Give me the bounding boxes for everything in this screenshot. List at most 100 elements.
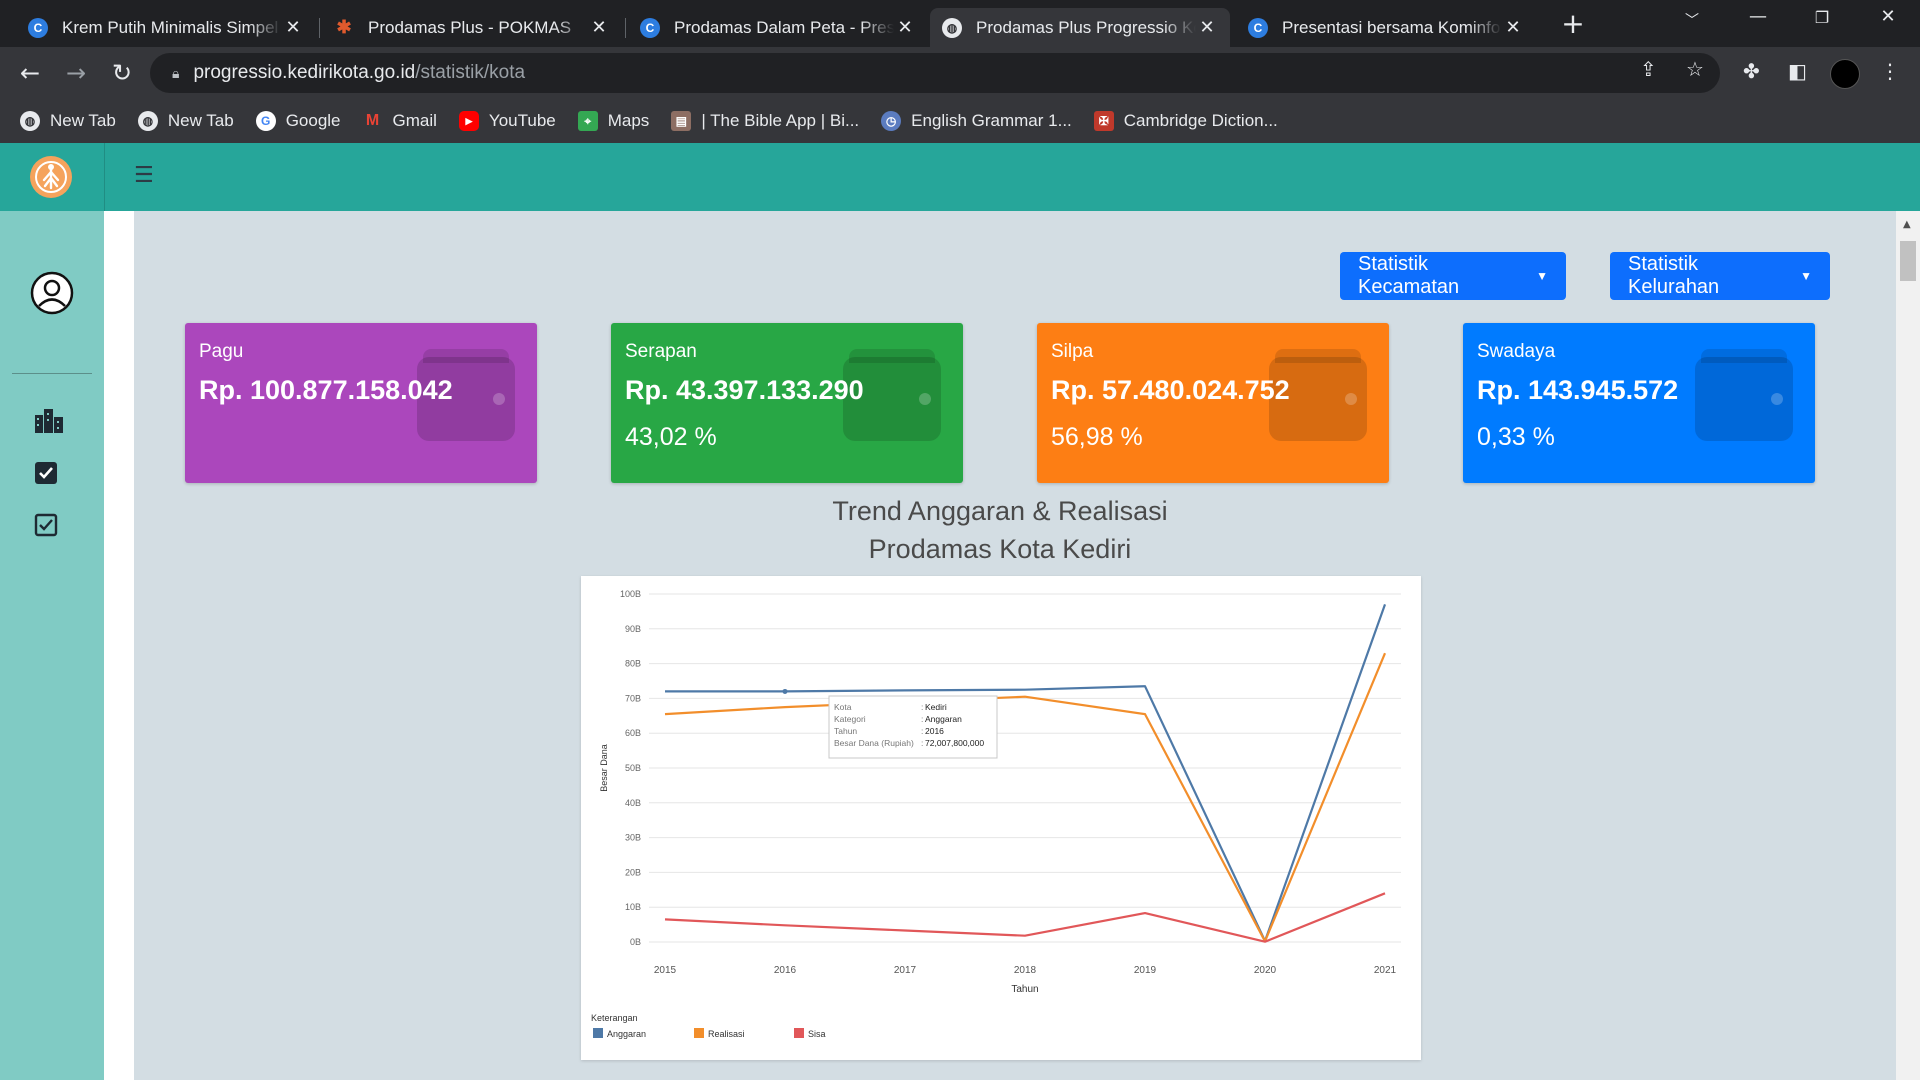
y-tick-label: 60B (625, 728, 641, 738)
statistik-kelurahan-dropdown[interactable]: Statistik Kelurahan ▼ (1610, 252, 1830, 300)
close-icon[interactable]: ✕ (894, 17, 916, 38)
google-icon: G (255, 111, 276, 131)
back-icon[interactable]: ← (16, 59, 44, 87)
series-line-realisasi (664, 652, 1387, 943)
bookmark-item[interactable]: ◍ New Tab (20, 111, 116, 131)
card-amount: Rp. 43.397.133.290 (625, 375, 864, 405)
wallet-icon (1695, 349, 1793, 441)
url-host: progressio.kedirikota.go.id (193, 62, 416, 83)
globe-icon: ◍ (20, 111, 40, 131)
legend-title: Keterangan (591, 1013, 638, 1023)
scroll-up-icon[interactable]: ▲ (1903, 219, 1911, 230)
caret-down-icon: ▼ (1536, 269, 1548, 283)
tooltip-key: Tahun (834, 726, 857, 736)
bookmark-label: Cambridge Diction... (1123, 111, 1278, 130)
close-icon[interactable]: ✕ (1502, 17, 1524, 38)
window-close-icon[interactable]: ✕ (1868, 6, 1908, 27)
statistik-kecamatan-dropdown[interactable]: Statistik Kecamatan ▼ (1340, 252, 1566, 300)
bookmark-item[interactable]: ◍ New Tab (137, 111, 234, 131)
tab-search-icon[interactable]: ﹀ (1672, 10, 1712, 30)
bookmark-item[interactable]: G Google (255, 111, 341, 131)
y-tick-label: 30B (625, 833, 641, 843)
minimize-icon[interactable]: — (1738, 6, 1778, 27)
bookmark-label: | The Bible App | Bi... (701, 111, 860, 130)
tooltip-colon: : (921, 738, 923, 748)
close-icon[interactable]: ✕ (282, 17, 304, 38)
scroll-thumb[interactable] (1900, 241, 1916, 281)
browser-tab[interactable]: ✱ Prodamas Plus - POKMAS ✕ (322, 8, 622, 47)
y-tick-label: 70B (625, 693, 641, 703)
user-circle-graphic (30, 271, 74, 315)
x-tick-label: 2015 (654, 965, 677, 976)
caret-down-icon: ▼ (1800, 269, 1812, 283)
sidebar-divider (12, 373, 92, 374)
share-icon[interactable]: ⇪ (1640, 57, 1657, 81)
profile-avatar[interactable] (1830, 59, 1860, 89)
bookmark-item[interactable]: ◷ English Grammar 1... (881, 111, 1072, 131)
browser-tab[interactable]: C Presentasi bersama Kominfo ✕ (1236, 8, 1536, 47)
card-label: Silpa (1051, 341, 1094, 362)
menu-dots-icon[interactable]: ⋮ (1880, 59, 1900, 83)
star-icon[interactable]: ☆ (1686, 57, 1704, 81)
reload-icon[interactable]: ↻ (108, 59, 136, 87)
buildings-graphic (35, 409, 63, 433)
trend-chart-container[interactable]: 0B 10B 20B 30B 40B 50B 60B 70B 80B 90B 100B 2015 201… (581, 576, 1421, 1060)
browser-tab-active[interactable]: ◍ Prodamas Plus Progressio Ko ✕ (930, 8, 1230, 47)
checkbox-outline-icon[interactable] (34, 513, 58, 541)
dropdown-label: Statistik Kecamatan (1358, 253, 1460, 298)
maps-icon: ⌖ (577, 111, 598, 131)
x-tick-label: 2019 (1134, 965, 1157, 976)
legend-label: Realisasi (708, 1029, 745, 1039)
side-panel-icon[interactable]: ◧ (1788, 59, 1807, 83)
canva-icon: C (640, 17, 660, 38)
checkbox-checked-icon[interactable] (34, 461, 58, 489)
tab-title: Prodamas Dalam Peta - Prese (674, 17, 894, 37)
browser-tab[interactable]: C Prodamas Dalam Peta - Prese ✕ (628, 8, 928, 47)
bookmark-item[interactable]: ⌖ Maps (577, 111, 649, 131)
new-tab-icon[interactable]: + (1558, 10, 1588, 40)
card-pagu: Pagu Rp. 100.877.158.042 (185, 323, 537, 483)
browser-toolbar: ← → ↻ 🔒︎ progressio.kedirikota.go.id/sta… (0, 47, 1920, 99)
forward-icon[interactable]: → (62, 59, 90, 87)
y-tick-label: 10B (625, 902, 641, 912)
canva-icon: C (1248, 17, 1268, 38)
dropdown-label: Statistik Kelurahan (1628, 253, 1720, 298)
checkbox-outline-graphic (34, 513, 58, 537)
globe-icon: ◍ (137, 111, 158, 131)
bookmark-label: Gmail (392, 111, 437, 130)
chart-title: Trend Anggaran & Realisasi (832, 496, 1168, 526)
bookmark-item[interactable]: ▤ | The Bible App | Bi... (671, 111, 859, 131)
trend-line-chart[interactable]: 0B 10B 20B 30B 40B 50B 60B 70B 80B 90B 100B 2015 201… (581, 576, 1421, 1060)
card-amount: Rp. 57.480.024.752 (1051, 375, 1290, 405)
y-tick-label: 0B (630, 937, 641, 947)
x-axis-label: Tahun (1011, 984, 1038, 995)
card-label: Swadaya (1477, 341, 1556, 362)
tab-title: Prodamas Plus - POKMAS (368, 17, 572, 37)
close-icon[interactable]: ✕ (1196, 17, 1218, 38)
browser-tab[interactable]: C Krem Putih Minimalis Simpel ✕ (16, 8, 316, 47)
address-bar[interactable]: 🔒︎ progressio.kedirikota.go.id/statistik… (150, 53, 1720, 93)
url-path: /statistik/kota (415, 62, 526, 83)
city-buildings-icon[interactable] (34, 407, 64, 437)
tab-title: Presentasi bersama Kominfo (1282, 17, 1501, 37)
tab-title: Krem Putih Minimalis Simpel (62, 17, 279, 37)
tooltip-value: Anggaran (925, 714, 962, 724)
header-divider (104, 143, 105, 211)
restore-icon[interactable]: ❐ (1802, 8, 1842, 27)
bookmark-item[interactable]: M Gmail (363, 111, 437, 131)
bookmark-item[interactable]: ✠ Cambridge Diction... (1093, 111, 1278, 131)
prodamas-logo-icon[interactable] (30, 156, 72, 198)
page-scrollbar[interactable]: ▲ (1896, 211, 1920, 1080)
bookmark-item[interactable]: ▶ YouTube (458, 111, 556, 131)
bookmarks-bar: ◍ New Tab ◍ New Tab G Google M Gmail ▶ YouTub… (0, 99, 1920, 143)
tooltip-key: Kategori (834, 714, 866, 724)
extensions-icon[interactable]: ✤ (1743, 59, 1760, 83)
tooltip-value: 2016 (925, 726, 944, 736)
close-icon[interactable]: ✕ (588, 17, 610, 38)
tooltip-colon: : (921, 714, 923, 724)
hamburger-menu-icon[interactable]: ☰ (134, 165, 156, 187)
card-label: Pagu (199, 341, 244, 362)
card-percent: 0,33 % (1477, 423, 1555, 451)
user-profile-icon[interactable] (30, 271, 74, 319)
lock-icon[interactable]: 🔒︎ (172, 65, 179, 82)
